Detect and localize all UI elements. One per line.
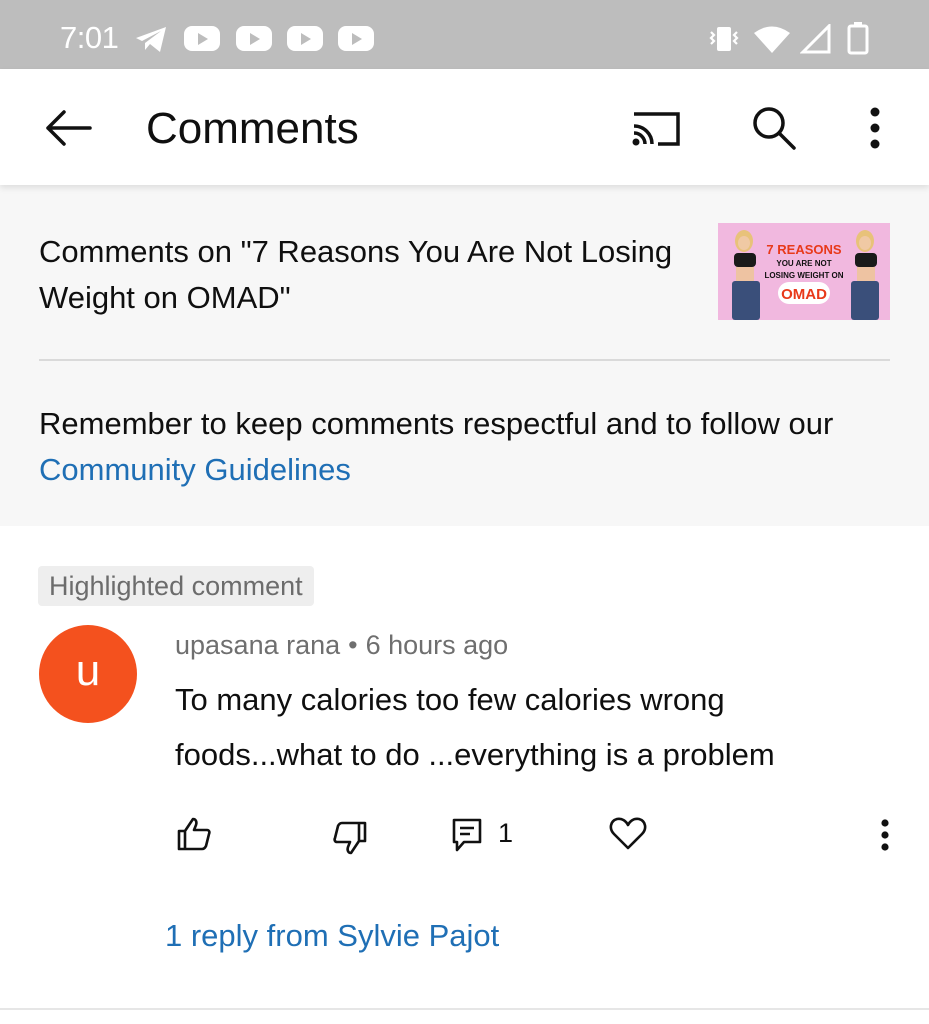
- heart-icon[interactable]: [609, 815, 647, 851]
- svg-text:LOSING WEIGHT ON: LOSING WEIGHT ON: [764, 271, 843, 280]
- svg-text:YOU ARE NOT: YOU ARE NOT: [776, 259, 831, 268]
- avatar[interactable]: u: [39, 625, 137, 723]
- video-thumbnail[interactable]: 7 REASONS YOU ARE NOT LOSING WEIGHT ON O…: [718, 223, 890, 320]
- youtube-notification-icon: [287, 26, 323, 51]
- status-time: 7:01: [60, 20, 119, 55]
- video-title: Comments on "7 Reasons You Are Not Losin…: [39, 234, 673, 315]
- youtube-notification-icon: [236, 26, 272, 51]
- telegram-icon: [136, 27, 166, 52]
- thumbnail-image: 7 REASONS YOU ARE NOT LOSING WEIGHT ON O…: [718, 223, 890, 320]
- more-vert-icon[interactable]: [864, 104, 886, 154]
- comments-header: Comments on "7 Reasons You Are Not Losin…: [0, 185, 929, 526]
- vibrate-icon: [709, 27, 739, 51]
- highlighted-comment-badge: Highlighted comment: [38, 566, 314, 606]
- comment-meta: upasana rana • 6 hours ago: [175, 630, 508, 661]
- comment-more-vert-icon[interactable]: [876, 816, 894, 856]
- youtube-notification-icon: [338, 26, 374, 51]
- guideline-text: Remember to keep comments respectful and…: [39, 406, 834, 441]
- thumbs-down-icon[interactable]: [331, 819, 369, 857]
- thumbs-up-icon[interactable]: [175, 815, 213, 853]
- youtube-notification-icon: [184, 26, 220, 51]
- meta-separator: •: [348, 630, 358, 660]
- comment-author[interactable]: upasana rana: [175, 630, 340, 660]
- cast-icon[interactable]: [628, 108, 684, 148]
- comment-time: 6 hours ago: [365, 630, 509, 660]
- view-replies-link[interactable]: 1 reply from Sylvie Pajot: [165, 918, 499, 954]
- header-divider: [39, 359, 890, 361]
- reply-count: 1: [498, 818, 514, 848]
- community-guidelines-link[interactable]: Community Guidelines: [39, 452, 351, 487]
- reply-icon[interactable]: [451, 817, 483, 855]
- status-bar: 7:01: [0, 0, 929, 69]
- svg-text:OMAD: OMAD: [781, 286, 827, 303]
- app-bar: Comments: [0, 69, 929, 185]
- search-icon[interactable]: [750, 104, 798, 152]
- guideline-notice: Remember to keep comments respectful and…: [39, 401, 899, 493]
- back-arrow-icon[interactable]: [42, 107, 94, 149]
- svg-text:7 REASONS: 7 REASONS: [766, 242, 841, 257]
- cell-signal-icon: [800, 24, 831, 54]
- wifi-icon: [754, 26, 790, 53]
- battery-icon: [847, 22, 869, 55]
- bottom-divider: [0, 1008, 929, 1010]
- page-title: Comments: [146, 104, 359, 153]
- comment-text: To many calories too few calories wrong …: [175, 682, 775, 772]
